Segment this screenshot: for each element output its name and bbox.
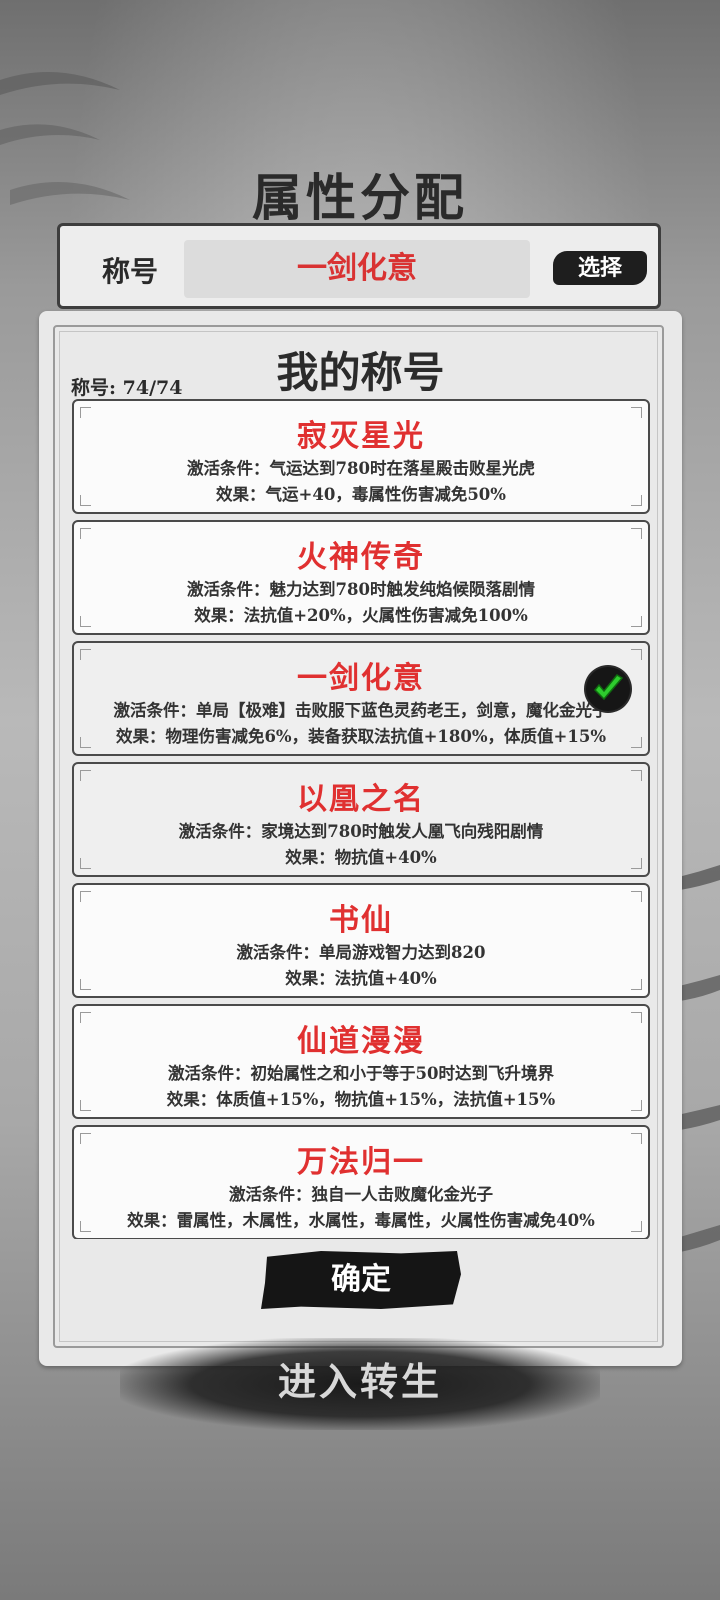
title-count: 称号: 74/74: [71, 377, 183, 399]
title-condition: 激活条件：魅力达到780时触发纯焰候陨落剧情: [187, 580, 535, 599]
title-card-6[interactable]: 万法归一 激活条件：独自一人击败魔化金光子 效果：雷属性，木属性，水属性，毒属性…: [72, 1125, 650, 1239]
title-name: 万法归一: [297, 1145, 425, 1180]
title-card-1[interactable]: 火神传奇 激活条件：魅力达到780时触发纯焰候陨落剧情 效果：法抗值+20%，火…: [72, 520, 650, 635]
title-card-3[interactable]: 以凰之名 激活条件：家境达到780时触发人凰飞向残阳剧情 效果：物抗值+40%: [72, 762, 650, 877]
title-condition: 激活条件：单局游戏智力达到820: [236, 943, 486, 962]
title-name: 以凰之名: [297, 782, 425, 817]
current-title-value: 一剑化意: [184, 240, 530, 298]
title-name: 仙道漫漫: [297, 1024, 425, 1059]
title-label: 称号: [102, 255, 159, 288]
current-title-bar: 称号 一剑化意 选择: [57, 223, 661, 309]
title-condition: 激活条件：独自一人击败魔化金光子: [229, 1185, 493, 1204]
title-effect: 效果：气运+40，毒属性伤害减免50%: [216, 485, 506, 504]
select-title-button[interactable]: 选择: [553, 251, 647, 285]
title-effect: 效果：法抗值+40%: [285, 969, 437, 988]
title-condition: 激活条件：家境达到780时触发人凰飞向残阳剧情: [178, 822, 544, 841]
title-effect: 效果：雷属性，木属性，水属性，毒属性，火属性伤害减免40%: [127, 1211, 595, 1230]
title-condition: 激活条件：初始属性之和小于等于50时达到飞升境界: [168, 1064, 554, 1083]
title-card-2-selected[interactable]: 一剑化意 激活条件：单局【极难】击败服下蓝色灵药老王，剑意，魔化金光子 效果：物…: [72, 641, 650, 756]
title-name: 寂灭星光: [297, 419, 425, 454]
title-effect: 效果：体质值+15%，物抗值+15%，法抗值+15%: [166, 1090, 556, 1109]
title-card-4[interactable]: 书仙 激活条件：单局游戏智力达到820 效果：法抗值+40%: [72, 883, 650, 998]
title-effect: 效果：法抗值+20%，火属性伤害减免100%: [194, 606, 528, 625]
title-effect: 效果：物理伤害减免6%，装备获取法抗值+180%，体质值+15%: [115, 727, 607, 746]
title-effect: 效果：物抗值+40%: [285, 848, 437, 867]
titles-list[interactable]: 寂灭星光 激活条件：气运达到780时在落星殿击败星光虎 效果：气运+40，毒属性…: [72, 399, 652, 1239]
title-condition: 激活条件：气运达到780时在落星殿击败星光虎: [187, 459, 535, 478]
title-name: 一剑化意: [297, 661, 425, 696]
page-title: 属性分配: [252, 168, 468, 227]
title-card-0[interactable]: 寂灭星光 激活条件：气运达到780时在落星殿击败星光虎 效果：气运+40，毒属性…: [72, 399, 650, 514]
title-name: 书仙: [329, 903, 393, 938]
title-name: 火神传奇: [297, 540, 425, 575]
enter-rebirth-button[interactable]: 进入转生: [120, 1338, 600, 1430]
title-condition: 激活条件：单局【极难】击败服下蓝色灵药老王，剑意，魔化金光子: [113, 701, 609, 720]
check-icon: [586, 667, 630, 711]
my-titles-panel: 我的称号 称号: 74/74 寂灭星光 激活条件：气运达到780时在落星殿击败星…: [39, 311, 682, 1366]
confirm-button[interactable]: 确定: [261, 1251, 461, 1309]
title-card-5[interactable]: 仙道漫漫 激活条件：初始属性之和小于等于50时达到飞升境界 效果：体质值+15%…: [72, 1004, 650, 1119]
